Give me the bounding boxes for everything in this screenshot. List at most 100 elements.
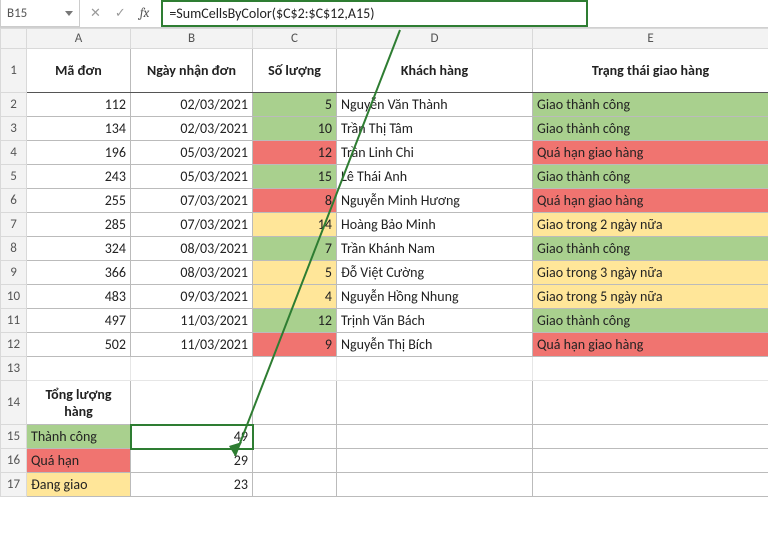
row-header-7[interactable]: 7 bbox=[1, 213, 27, 237]
cell-c14[interactable] bbox=[253, 381, 337, 425]
summary-header[interactable]: Tổng lượng hàng bbox=[27, 381, 131, 425]
name-box[interactable]: B15 bbox=[0, 0, 80, 27]
cell-sl[interactable]: 14 bbox=[253, 213, 337, 237]
cell-ngay[interactable]: 07/03/2021 bbox=[131, 189, 253, 213]
row-header-2[interactable]: 2 bbox=[1, 93, 27, 117]
cell-c17[interactable] bbox=[253, 473, 337, 497]
row-header-13[interactable]: 13 bbox=[1, 357, 27, 381]
cell-tt[interactable]: Giao thành công bbox=[533, 237, 768, 261]
formula-input[interactable]: =SumCellsByColor($C$2:$C$12,A15) bbox=[161, 0, 588, 27]
cell-ma[interactable]: 134 bbox=[27, 117, 131, 141]
cell-ma[interactable]: 483 bbox=[27, 285, 131, 309]
cell-tt[interactable]: Giao thành công bbox=[533, 93, 768, 117]
cell-ngay[interactable]: 11/03/2021 bbox=[131, 309, 253, 333]
cell-kh[interactable]: Trần Linh Chi bbox=[337, 141, 533, 165]
cell-e15[interactable] bbox=[533, 425, 768, 449]
cell-ngay[interactable]: 09/03/2021 bbox=[131, 285, 253, 309]
cell-tt[interactable]: Quá hạn giao hàng bbox=[533, 141, 768, 165]
cell-ma[interactable]: 497 bbox=[27, 309, 131, 333]
cell-c16[interactable] bbox=[253, 449, 337, 473]
cell-e17[interactable] bbox=[533, 473, 768, 497]
cancel-icon[interactable]: ✕ bbox=[90, 6, 101, 21]
row-header-1[interactable]: 1 bbox=[1, 49, 27, 93]
header-so-luong[interactable]: Số lượng bbox=[253, 49, 337, 93]
cell-ngay[interactable]: 07/03/2021 bbox=[131, 213, 253, 237]
cell-tt[interactable]: Quá hạn giao hàng bbox=[533, 333, 768, 357]
cell-d17[interactable] bbox=[337, 473, 533, 497]
row-header-12[interactable]: 12 bbox=[1, 333, 27, 357]
select-all-corner[interactable] bbox=[1, 29, 27, 49]
fx-icon[interactable]: fx bbox=[140, 6, 150, 21]
header-ngay[interactable]: Ngày nhận đơn bbox=[131, 49, 253, 93]
row-header-9[interactable]: 9 bbox=[1, 261, 27, 285]
cell-tt[interactable]: Giao thành công bbox=[533, 309, 768, 333]
cell-tt[interactable]: Quá hạn giao hàng bbox=[533, 189, 768, 213]
cell-e13[interactable] bbox=[533, 357, 768, 381]
summary-value-2[interactable]: 23 bbox=[131, 473, 253, 497]
cell-ma[interactable]: 112 bbox=[27, 93, 131, 117]
cell-a13[interactable] bbox=[27, 357, 131, 381]
summary-value-0[interactable]: 49 bbox=[131, 425, 253, 449]
row-header-14[interactable]: 14 bbox=[1, 381, 27, 425]
cell-kh[interactable]: Trịnh Văn Bách bbox=[337, 309, 533, 333]
cell-ma[interactable]: 324 bbox=[27, 237, 131, 261]
cell-tt[interactable]: Giao thành công bbox=[533, 117, 768, 141]
cell-sl[interactable]: 5 bbox=[253, 93, 337, 117]
cell-ngay[interactable]: 11/03/2021 bbox=[131, 333, 253, 357]
col-header-d[interactable]: D bbox=[337, 29, 533, 49]
cell-kh[interactable]: Nguyễn Hồng Nhung bbox=[337, 285, 533, 309]
col-header-a[interactable]: A bbox=[27, 29, 131, 49]
cell-tt[interactable]: Giao trong 3 ngày nữa bbox=[533, 261, 768, 285]
cell-b14[interactable] bbox=[131, 381, 253, 425]
cell-sl[interactable]: 8 bbox=[253, 189, 337, 213]
cell-d15[interactable] bbox=[337, 425, 533, 449]
cell-c15[interactable] bbox=[253, 425, 337, 449]
cell-kh[interactable]: Hoàng Bảo Minh bbox=[337, 213, 533, 237]
cell-ngay[interactable]: 02/03/2021 bbox=[131, 93, 253, 117]
cell-ngay[interactable]: 08/03/2021 bbox=[131, 237, 253, 261]
row-header-10[interactable]: 10 bbox=[1, 285, 27, 309]
cell-sl[interactable]: 12 bbox=[253, 141, 337, 165]
cell-kh[interactable]: Trần Khánh Nam bbox=[337, 237, 533, 261]
cell-ma[interactable]: 243 bbox=[27, 165, 131, 189]
header-trang-thai[interactable]: Trạng thái giao hàng bbox=[533, 49, 768, 93]
cell-sl[interactable]: 12 bbox=[253, 309, 337, 333]
cell-ngay[interactable]: 08/03/2021 bbox=[131, 261, 253, 285]
cell-b13[interactable] bbox=[131, 357, 253, 381]
row-header-6[interactable]: 6 bbox=[1, 189, 27, 213]
cell-c13[interactable] bbox=[253, 357, 337, 381]
name-box-dropdown-icon[interactable] bbox=[65, 11, 73, 16]
header-ma-don[interactable]: Mã đơn bbox=[27, 49, 131, 93]
col-header-e[interactable]: E bbox=[533, 29, 768, 49]
cell-ngay[interactable]: 05/03/2021 bbox=[131, 165, 253, 189]
cell-ngay[interactable]: 02/03/2021 bbox=[131, 117, 253, 141]
cell-sl[interactable]: 4 bbox=[253, 285, 337, 309]
cell-ma[interactable]: 196 bbox=[27, 141, 131, 165]
cell-d16[interactable] bbox=[337, 449, 533, 473]
row-header-4[interactable]: 4 bbox=[1, 141, 27, 165]
row-header-5[interactable]: 5 bbox=[1, 165, 27, 189]
cell-e16[interactable] bbox=[533, 449, 768, 473]
cell-ma[interactable]: 285 bbox=[27, 213, 131, 237]
cell-tt[interactable]: Giao trong 5 ngày nữa bbox=[533, 285, 768, 309]
summary-label-2[interactable]: Đang giao bbox=[27, 473, 131, 497]
cell-ma[interactable]: 255 bbox=[27, 189, 131, 213]
cell-e14[interactable] bbox=[533, 381, 768, 425]
summary-label-1[interactable]: Quá hạn bbox=[27, 449, 131, 473]
cell-kh[interactable]: Nguyễn Thị Bích bbox=[337, 333, 533, 357]
cell-sl[interactable]: 7 bbox=[253, 237, 337, 261]
col-header-b[interactable]: B bbox=[131, 29, 253, 49]
cell-ma[interactable]: 366 bbox=[27, 261, 131, 285]
row-header-17[interactable]: 17 bbox=[1, 473, 27, 497]
cell-kh[interactable]: Nguyễn Văn Thành bbox=[337, 93, 533, 117]
cell-sl[interactable]: 9 bbox=[253, 333, 337, 357]
cell-kh[interactable]: Trần Thị Tâm bbox=[337, 117, 533, 141]
spreadsheet-grid[interactable]: A B C D E 1 Mã đơn Ngày nhận đơn Số lượn… bbox=[0, 28, 768, 497]
cell-sl[interactable]: 15 bbox=[253, 165, 337, 189]
cell-ngay[interactable]: 05/03/2021 bbox=[131, 141, 253, 165]
accept-icon[interactable]: ✓ bbox=[115, 6, 126, 21]
cell-tt[interactable]: Giao thành công bbox=[533, 165, 768, 189]
cell-tt[interactable]: Giao trong 2 ngày nữa bbox=[533, 213, 768, 237]
cell-sl[interactable]: 5 bbox=[253, 261, 337, 285]
row-header-8[interactable]: 8 bbox=[1, 237, 27, 261]
